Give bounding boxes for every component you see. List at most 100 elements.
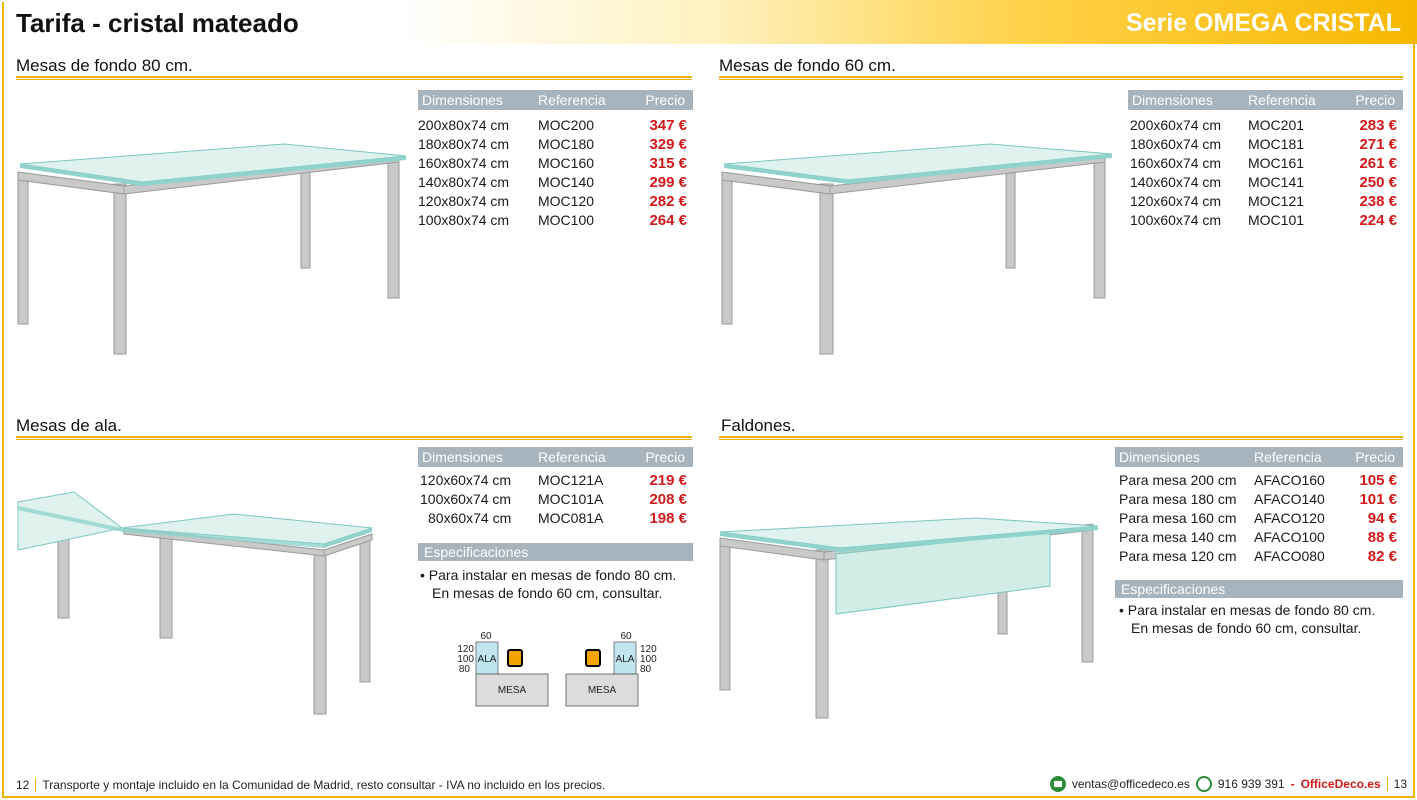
footer-phone[interactable]: 916 939 391 [1218,777,1285,791]
cell-price: 250 € [1359,174,1397,191]
cell-ref: AFACO100 [1254,529,1325,545]
cell-ref: MOC180 [538,136,595,152]
diagram-label-80-left: 80 [459,664,471,675]
cell-dim: 160x60x74 cm [1130,155,1222,171]
price-table-ala: Dimensiones Referencia Precio 120x60x74 … [418,447,693,528]
cell-dim: Para mesa 180 cm [1119,491,1237,507]
spec-header-faldones: Especificaciones [1115,580,1403,598]
price-table-fondo60: Dimensiones Referencia Precio 200x60x74 … [1128,90,1403,230]
table-row: 180x80x74 cm MOC180 329 € [418,135,693,154]
desk-image-fondo80 [17,143,407,355]
cell-price: 347 € [649,117,687,134]
col-precio: Precio [645,92,685,108]
cell-ref: AFACO120 [1254,510,1325,526]
table-row: Para mesa 140 cm AFACO100 88 € [1115,528,1403,547]
price-table-fondo80: Dimensiones Referencia Precio 200x80x74 … [418,90,693,230]
footer-note-text: Transporte y montaje incluido en la Comu… [42,778,606,792]
cell-ref: MOC140 [538,174,595,190]
cell-dim: 80x60x74 cm [428,510,512,526]
cell-price: 208 € [649,491,687,508]
cell-price: 264 € [649,212,687,229]
footer-email[interactable]: ventas@officedeco.es [1072,777,1190,791]
cell-price: 94 € [1367,510,1397,527]
section-rule [16,436,692,440]
footer-brand[interactable]: OfficeDeco.es [1301,777,1381,791]
desk-image-faldones [719,517,1099,719]
table-row: Para mesa 180 cm AFACO140 101 € [1115,490,1403,509]
diagram-label-60-left: 60 [480,631,492,642]
spec-header-ala: Especificaciones [418,543,693,561]
cell-ref: MOC100 [538,212,595,228]
col-dimensiones: Dimensiones [422,92,503,108]
col-dimensiones: Dimensiones [422,449,503,465]
desk-image-ala [17,491,373,715]
cell-ref: MOC200 [538,117,595,133]
cell-price: 329 € [649,136,687,153]
page-number-right: 13 [1386,777,1407,791]
diagram-connector-right [585,649,601,667]
cell-dim: Para mesa 160 cm [1119,510,1237,526]
table-row: 120x60x74 cm MOC121 238 € [1128,192,1403,211]
table-row: 160x60x74 cm MOC161 261 € [1128,154,1403,173]
table-header: Dimensiones Referencia Precio [1128,90,1403,110]
cell-price: 261 € [1359,155,1397,172]
footer-separator: - [1290,777,1295,791]
cell-ref: MOC101A [538,491,604,507]
cell-ref: MOC081A [538,510,604,526]
diagram-mesa-label-left: MESA [498,685,527,696]
diagram-connector-left [507,649,523,667]
cell-dim: 200x60x74 cm [1130,117,1222,133]
col-referencia: Referencia [1254,449,1322,465]
spec-line1-ala: • Para instalar en mesas de fondo 80 cm. [420,567,677,583]
desk-image-fondo60 [721,143,1113,355]
cell-dim: Para mesa 200 cm [1119,472,1237,488]
cell-ref: MOC101 [1248,212,1305,228]
cell-ref: MOC201 [1248,117,1305,133]
cell-ref: MOC141 [1248,174,1305,190]
cell-ref: MOC160 [538,155,595,171]
section-rule [719,76,1403,80]
cell-dim: 100x60x74 cm [420,491,512,507]
cell-price: 238 € [1359,193,1397,210]
table-row: 80x60x74 cm MOC081A 198 € [418,509,693,528]
cell-dim: 100x80x74 cm [418,212,510,228]
cell-ref: MOC121A [538,472,604,488]
cell-dim: 120x60x74 cm [1130,193,1222,209]
cell-ref: MOC181 [1248,136,1305,152]
cell-dim: 180x80x74 cm [418,136,510,152]
spec-line2-ala: En mesas de fondo 60 cm, consultar. [432,585,663,601]
table-row: 180x60x74 cm MOC181 271 € [1128,135,1403,154]
cell-dim: 120x60x74 cm [420,472,512,488]
page-number-left: 12 [16,778,37,792]
table-row: Para mesa 200 cm AFACO160 105 € [1115,471,1403,490]
footer-contact: ventas@officedeco.es 916 939 391 - Offic… [1049,776,1407,792]
diagram-label-60-right: 60 [620,631,632,642]
spec-line1-faldones: • Para instalar en mesas de fondo 80 cm. [1119,602,1376,618]
cell-dim: 100x60x74 cm [1130,212,1222,228]
table-row: Para mesa 120 cm AFACO080 82 € [1115,547,1403,566]
table-row: 140x60x74 cm MOC141 250 € [1128,173,1403,192]
section-rule [719,436,1403,440]
spec-line2-faldones: En mesas de fondo 60 cm, consultar. [1131,620,1362,636]
cell-price: 315 € [649,155,687,172]
price-table-faldones: Dimensiones Referencia Precio Para mesa … [1115,447,1403,566]
table-row: 120x80x74 cm MOC120 282 € [418,192,693,211]
cell-dim: 120x80x74 cm [418,193,510,209]
diagram-label-80-right: 80 [640,664,652,675]
cell-dim: 140x80x74 cm [418,174,510,190]
table-row: 160x80x74 cm MOC160 315 € [418,154,693,173]
cell-price: 82 € [1367,548,1397,565]
section-rule [16,76,692,80]
table-row: 200x80x74 cm MOC200 347 € [418,116,693,135]
cell-price: 88 € [1367,529,1397,546]
col-referencia: Referencia [538,449,606,465]
section-title-faldones: Faldones. [721,416,796,435]
cell-price: 283 € [1359,117,1397,134]
cell-dim: Para mesa 120 cm [1119,548,1237,564]
cell-price: 271 € [1359,136,1397,153]
table-header: Dimensiones Referencia Precio [418,447,693,467]
cell-dim: 200x80x74 cm [418,117,510,133]
section-title-ala: Mesas de ala. [16,416,122,435]
cell-ref: AFACO160 [1254,472,1325,488]
cell-dim: 160x80x74 cm [418,155,510,171]
